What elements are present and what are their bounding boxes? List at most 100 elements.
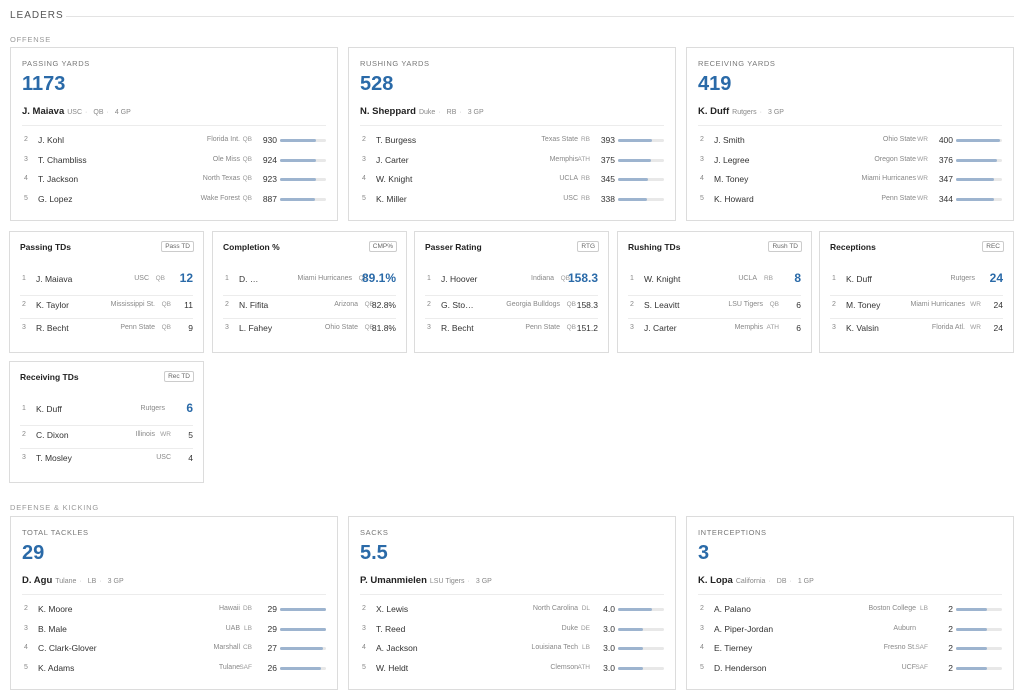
leaderboard-row[interactable]: 2 J. Smith Ohio State WR 400 — [698, 135, 1002, 147]
leaderboard-row[interactable]: 4 W. Knight UCLA RB 345 — [360, 174, 664, 186]
leaderboard-row[interactable]: 2 M. Toney WR Miami Hurricanes 24 — [830, 299, 1003, 315]
row-player-name[interactable]: K. Adams — [38, 663, 74, 673]
row-player-name[interactable]: K. Duff — [36, 404, 62, 414]
row-player-name[interactable]: J. Carter — [376, 155, 409, 165]
row-player-name[interactable]: J. Carter — [644, 323, 677, 333]
leaderboard-row[interactable]: 3 K. Valsin WR Florida Atl. 24 — [830, 322, 1003, 338]
leaderboard-row[interactable]: 1 J. Maiava QB USC 12 — [20, 271, 193, 289]
row-player-name[interactable]: J. Smith — [714, 135, 745, 145]
row-player-name[interactable]: M. Toney — [714, 174, 748, 184]
row-player-name[interactable]: K. Moore — [38, 604, 73, 614]
leaderboard-row[interactable]: 3 A. Piper-Jordan Auburn 2 — [698, 624, 1002, 636]
leaderboard-row[interactable]: 3 B. Male UAB LB 29 — [22, 624, 326, 636]
leaderboard-row[interactable]: 3 T. Chambliss Ole Miss QB 924 — [22, 155, 326, 167]
row-player-name[interactable]: X. Lewis — [376, 604, 408, 614]
leaderboard-row[interactable]: 5 K. Howard Penn State WR 344 — [698, 194, 1002, 206]
row-player-name[interactable]: K. Duff — [846, 274, 872, 284]
receiving-yards-card[interactable]: RECEIVING YARDS 419 K. Duff Rutgers · 3 GP 2 J.… — [686, 47, 1014, 221]
total-tackles-card[interactable]: TOTAL TACKLES 29 D. Agu Tulane · LB · 3 GP 2 K. M… — [10, 516, 338, 690]
row-player-name[interactable]: A. Piper-Jordan — [714, 624, 773, 634]
row-player-name[interactable]: R. Becht — [36, 323, 69, 333]
row-player-name[interactable]: K. Howard — [714, 194, 754, 204]
row-player-name[interactable]: T. Jackson — [38, 174, 78, 184]
leaderboard-row[interactable]: 3 T. Mosley USC 4 — [20, 452, 193, 468]
leader-name[interactable]: N. Sheppard — [360, 106, 416, 117]
passing-tds-card[interactable]: Passing TDs Pass TD 1 J. Maiava QB USC 12 2 K. T… — [9, 231, 204, 353]
row-player-name[interactable]: M. Toney — [846, 300, 880, 310]
leader-name[interactable]: K. Duff — [698, 106, 729, 117]
leaderboard-row[interactable]: 1 K. Duff Rutgers 24 — [830, 271, 1003, 289]
row-player-name[interactable]: K. Valsin — [846, 323, 879, 333]
leaderboard-row[interactable]: 2 A. Palano Boston College LB 2 — [698, 604, 1002, 616]
row-player-name[interactable]: K. Taylor — [36, 300, 69, 310]
row-player-name[interactable]: S. Leavitt — [644, 300, 679, 310]
leaderboard-row[interactable]: 2 S. Leavitt QB LSU Tigers 6 — [628, 299, 801, 315]
leaderboard-row[interactable]: 1 K. Duff Rutgers 6 — [20, 401, 193, 419]
row-player-name[interactable]: W. Knight — [644, 274, 680, 284]
leaderboard-row[interactable]: 3 J. Legree Oregon State WR 376 — [698, 155, 1002, 167]
leaderboard-row[interactable]: 3 J. Carter Memphis ATH 375 — [360, 155, 664, 167]
leaderboard-row[interactable]: 4 E. Tierney Fresno St. SAF 2 — [698, 643, 1002, 655]
leaderboard-row[interactable]: 4 C. Clark-Glover Marshall CB 27 — [22, 643, 326, 655]
rushing-yards-card[interactable]: RUSHING YARDS 528 N. Sheppard Duke · RB · 3 GP 2… — [348, 47, 676, 221]
row-player-name[interactable]: A. Jackson — [376, 643, 418, 653]
leaderboard-row[interactable]: 2 T. Burgess Texas State RB 393 — [360, 135, 664, 147]
leaderboard-row[interactable]: 5 G. Lopez Wake Forest QB 887 — [22, 194, 326, 206]
row-player-name[interactable]: L. Fahey — [239, 323, 272, 333]
row-player-name[interactable]: T. Reed — [376, 624, 405, 634]
leader-name[interactable]: K. Lopa — [698, 575, 733, 586]
leaderboard-row[interactable]: 4 M. Toney Miami Hurricanes WR 347 — [698, 174, 1002, 186]
row-player-name[interactable]: D. … — [239, 274, 258, 284]
row-player-name[interactable]: J. Legree — [714, 155, 749, 165]
row-player-name[interactable]: T. Burgess — [376, 135, 416, 145]
leaderboard-row[interactable]: 3 R. Becht QB Penn State 9 — [20, 322, 193, 338]
leaderboard-row[interactable]: 3 J. Carter ATH Memphis 6 — [628, 322, 801, 338]
interceptions-card[interactable]: INTERCEPTIONS 3 K. Lopa California · DB · 1 GP 2… — [686, 516, 1014, 690]
passing-yards-card[interactable]: PASSING YARDS 1173 J. Maiava USC · QB · 4 GP 2 J.… — [10, 47, 338, 221]
passer-rating-card[interactable]: Passer Rating RTG 1 J. Hoover QB Indiana 158.3… — [414, 231, 609, 353]
leader-name[interactable]: P. Umanmielen — [360, 575, 427, 586]
leaderboard-row[interactable]: 2 J. Kohl Florida Int. QB 930 — [22, 135, 326, 147]
leaderboard-row[interactable]: 2 X. Lewis North Carolina DL 4.0 — [360, 604, 664, 616]
leader-name[interactable]: D. Agu — [22, 575, 52, 586]
leaderboard-row[interactable]: 3 L. Fahey QB Ohio State 81.8% — [223, 322, 396, 338]
leaderboard-row[interactable]: 1 W. Knight RB UCLA 8 — [628, 271, 801, 289]
leaderboard-row[interactable]: 5 K. Adams Tulane SAF 26 — [22, 663, 326, 675]
rushing-tds-card[interactable]: Rushing TDs Rush TD 1 W. Knight RB UCLA 8 2 S. L… — [617, 231, 812, 353]
leaderboard-row[interactable]: 2 K. Moore Hawaii DB 29 — [22, 604, 326, 616]
leaderboard-row[interactable]: 5 K. Miller USC RB 338 — [360, 194, 664, 206]
leaderboard-row[interactable]: 4 A. Jackson Louisiana Tech LB 3.0 — [360, 643, 664, 655]
leaderboard-row[interactable]: 2 C. Dixon WR Illinois 5 — [20, 429, 193, 445]
row-player-name[interactable]: T. Chambliss — [38, 155, 87, 165]
row-player-name[interactable]: W. Heldt — [376, 663, 408, 673]
row-player-name[interactable]: A. Palano — [714, 604, 751, 614]
row-player-name[interactable]: W. Knight — [376, 174, 412, 184]
leaderboard-row[interactable]: 2 N. Fifita QB Arizona 82.8% — [223, 299, 396, 315]
row-player-name[interactable]: C. Clark-Glover — [38, 643, 97, 653]
leaderboard-row[interactable]: 4 T. Jackson North Texas QB 923 — [22, 174, 326, 186]
row-player-name[interactable]: R. Becht — [441, 323, 474, 333]
leaderboard-row[interactable]: 3 R. Becht QB Penn State 151.2 — [425, 322, 598, 338]
row-player-name[interactable]: J. Maiava — [36, 274, 72, 284]
leaderboard-row[interactable]: 2 G. Sto… QB Georgia Bulldogs 158.3 — [425, 299, 598, 315]
receptions-card[interactable]: Receptions REC 1 K. Duff Rutgers 24 2 M. Toney W… — [819, 231, 1014, 353]
leaderboard-row[interactable]: 5 D. Henderson UCF SAF 2 — [698, 663, 1002, 675]
receiving-tds-card[interactable]: Receiving TDs Rec TD 1 K. Duff Rutgers 6 2 C. D… — [9, 361, 204, 483]
completion-pct-card[interactable]: Completion % CMP% 1 D. … QB Miami Hurricanes 8… — [212, 231, 407, 353]
row-player-name[interactable]: C. Dixon — [36, 430, 69, 440]
row-player-name[interactable]: E. Tierney — [714, 643, 752, 653]
row-player-name[interactable]: B. Male — [38, 624, 67, 634]
leaderboard-row[interactable]: 5 W. Heldt Clemson ATH 3.0 — [360, 663, 664, 675]
leaderboard-row[interactable]: 2 K. Taylor QB Mississippi St. 11 — [20, 299, 193, 315]
leader-name[interactable]: J. Maiava — [22, 106, 64, 117]
row-player-name[interactable]: G. Lopez — [38, 194, 73, 204]
leaderboard-row[interactable]: 1 D. … QB Miami Hurricanes 89.1% — [223, 271, 396, 289]
leaderboard-row[interactable]: 1 J. Hoover QB Indiana 158.3 — [425, 271, 598, 289]
row-player-name[interactable]: G. Sto… — [441, 300, 474, 310]
row-player-name[interactable]: J. Kohl — [38, 135, 64, 145]
row-player-name[interactable]: D. Henderson — [714, 663, 766, 673]
sacks-card[interactable]: SACKS 5.5 P. Umanmielen LSU Tigers · 3 GP 2 X. … — [348, 516, 676, 690]
leaderboard-row[interactable]: 3 T. Reed Duke DE 3.0 — [360, 624, 664, 636]
row-player-name[interactable]: K. Miller — [376, 194, 407, 204]
row-player-name[interactable]: T. Mosley — [36, 453, 72, 463]
